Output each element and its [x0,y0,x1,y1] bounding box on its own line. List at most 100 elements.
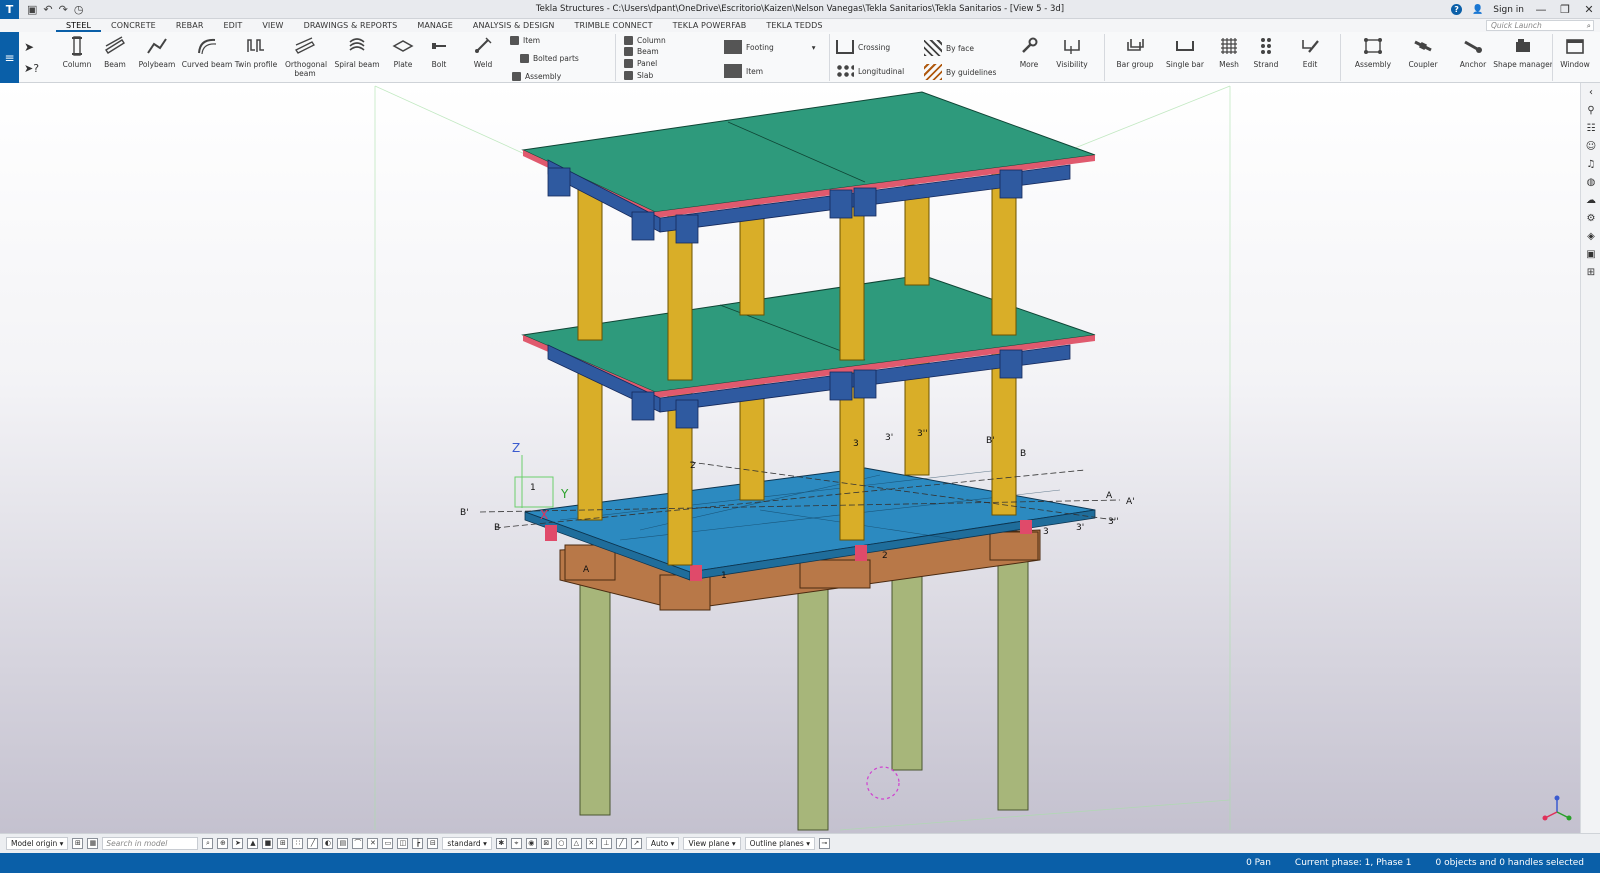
tab-drawings-reports[interactable]: DRAWINGS & REPORTS [294,19,408,32]
rebar-edit-button[interactable]: Edit [1287,34,1333,69]
select-grids-icon[interactable]: ⊞ [277,838,289,849]
curved-beam-button[interactable]: Curved beam [182,34,232,69]
select-cuts-icon[interactable]: ▤ [337,838,349,849]
select-points-icon[interactable]: ∷ [292,838,304,849]
minimize-icon[interactable]: — [1534,3,1548,16]
snap-override-icon[interactable]: ⌖ [510,838,522,849]
snap-end-icon[interactable]: ⊠ [540,838,552,849]
tekla-logo-icon[interactable]: T [0,0,19,19]
concrete-panel-button[interactable]: Panel [624,59,657,68]
anchor-button[interactable]: Anchor [1450,34,1496,69]
users-icon[interactable]: ☺ [1581,137,1600,155]
work-plane-icon[interactable]: ⊞ [72,838,84,849]
snap-midpoint-icon[interactable]: △ [570,838,582,849]
tab-edit[interactable]: EDIT [213,19,252,32]
redo-icon[interactable]: ↷ [59,3,68,16]
concrete-beam-button[interactable]: Beam [624,47,659,56]
tab-analysis-design[interactable]: ANALYSIS & DESIGN [463,19,565,32]
tab-concrete[interactable]: CONCRETE [101,19,166,32]
single-bar-button[interactable]: Single bar [1162,34,1208,69]
select-welds-icon[interactable]: ◐ [322,838,334,849]
link-icon[interactable]: ⊸ [818,838,830,849]
select-all-icon[interactable]: ➤ [232,838,244,849]
concrete-slab-button[interactable]: Slab [624,71,653,80]
concrete-column-button[interactable]: Column [624,36,666,45]
select-rebars-icon[interactable]: ┢ [412,838,424,849]
twin-profile-button[interactable]: Twin profile [233,34,279,69]
cube-icon[interactable]: ▣ [1581,245,1600,263]
weld-button[interactable]: Weld [460,34,506,69]
history-icon[interactable]: ◷ [74,3,84,16]
current-phase[interactable]: Current phase: 1, Phase 1 [1295,858,1412,868]
coupler-button[interactable]: Coupler [1400,34,1446,69]
shape-manager-button[interactable]: Shape manager [1493,34,1553,69]
tab-steel[interactable]: STEEL [56,19,102,32]
model-origin-dropdown[interactable]: Model origin ▾ [6,837,69,850]
select-assembly-icon[interactable]: ⊟ [427,838,439,849]
select-parts-icon[interactable]: ▲ [247,838,259,849]
work-area-icon[interactable]: ▦ [87,838,99,849]
outline-planes-dropdown[interactable]: Outline planes ▾ [744,837,815,850]
by-face-button[interactable]: By face [924,40,974,56]
view-orientation-icon[interactable] [1542,795,1572,821]
select-components-icon[interactable]: ▭ [382,838,394,849]
search-icon[interactable]: ⌕ [202,838,214,849]
polybeam-button[interactable]: Polybeam [134,34,180,69]
collapse-chevron-icon[interactable]: ‹ [1581,83,1600,101]
save-icon[interactable]: ▣ [27,3,37,16]
snap-intersection-icon[interactable]: ✕ [585,838,597,849]
select-lines-icon[interactable]: ╱ [307,838,319,849]
more-button[interactable]: More [1006,34,1052,69]
cloud-icon[interactable]: ☁ [1581,191,1600,209]
view-plane-dropdown[interactable]: View plane ▾ [683,837,741,850]
side-menu-icon[interactable]: ≡ [0,32,19,83]
snap-perpendicular-icon[interactable]: ⊥ [600,838,612,849]
steel-item-button[interactable]: Item [510,36,540,45]
undo-icon[interactable]: ↶ [43,3,52,16]
assembly-button[interactable]: Assembly [1350,34,1396,69]
search-in-model-input[interactable]: Search in model [102,837,199,850]
view-eye-icon[interactable]: ◉ [525,838,537,849]
tab-rebar[interactable]: REBAR [166,19,214,32]
close-icon[interactable]: ✕ [1582,3,1596,16]
bar-group-button[interactable]: Bar group [1112,34,1158,69]
zoom-icon[interactable]: ⊕ [217,838,229,849]
steel-assembly-button[interactable]: Assembly [512,72,561,81]
bolt-button[interactable]: Bolt [416,34,462,69]
layers-icon[interactable]: ◈ [1581,227,1600,245]
tab-trimble-connect[interactable]: TRIMBLE CONNECT [564,19,662,32]
select-bolts-icon[interactable]: ✕ [367,838,379,849]
select-views-icon[interactable]: ⌒ [352,838,364,849]
globe-icon[interactable]: ◍ [1581,173,1600,191]
selection-filter-dropdown[interactable]: standard ▾ [442,837,492,850]
sign-in-link[interactable]: Sign in [1493,5,1524,15]
select-surfaces-icon[interactable]: ■ [262,838,274,849]
restore-icon[interactable]: ❐ [1558,3,1572,16]
longitudinal-button[interactable]: Longitudinal [836,64,904,78]
select-arrow-icon[interactable]: ➤ [24,40,34,54]
by-guidelines-button[interactable]: By guidelines [924,64,996,80]
spiral-beam-button[interactable]: Spiral beam [334,34,380,69]
tab-tekla-powerfab[interactable]: TEKLA POWERFAB [663,19,757,32]
snap-depth-dropdown[interactable]: Auto ▾ [645,837,680,850]
notifications-icon[interactable]: ♫ [1581,155,1600,173]
catalog-icon[interactable]: ☷ [1581,119,1600,137]
snap-free-icon[interactable]: ↗ [630,838,642,849]
properties-icon[interactable]: ⚲ [1581,101,1600,119]
snap-center-icon[interactable]: ○ [555,838,567,849]
visibility-button[interactable]: Visibility [1049,34,1095,69]
quick-launch-input[interactable]: Quick Launch ⌕ [1486,20,1594,31]
select-reference-icon[interactable]: ◫ [397,838,409,849]
tab-manage[interactable]: MANAGE [407,19,463,32]
tab-view[interactable]: VIEW [252,19,293,32]
bolted-parts-button[interactable]: Bolted parts [520,54,579,63]
crossing-button[interactable]: Crossing [836,40,890,54]
strand-button[interactable]: Strand [1243,34,1289,69]
grid-tool-icon[interactable]: ⊞ [1581,263,1600,281]
beam-button[interactable]: Beam [92,34,138,69]
settings-gear-icon[interactable]: ⚙ [1581,209,1600,227]
snap-line-icon[interactable]: ╱ [615,838,627,849]
help-pointer-icon[interactable]: ➤? [24,62,39,75]
footing-button[interactable]: Footing ▾ [724,40,816,54]
tab-tekla-tedds[interactable]: TEKLA TEDDS [756,19,832,32]
